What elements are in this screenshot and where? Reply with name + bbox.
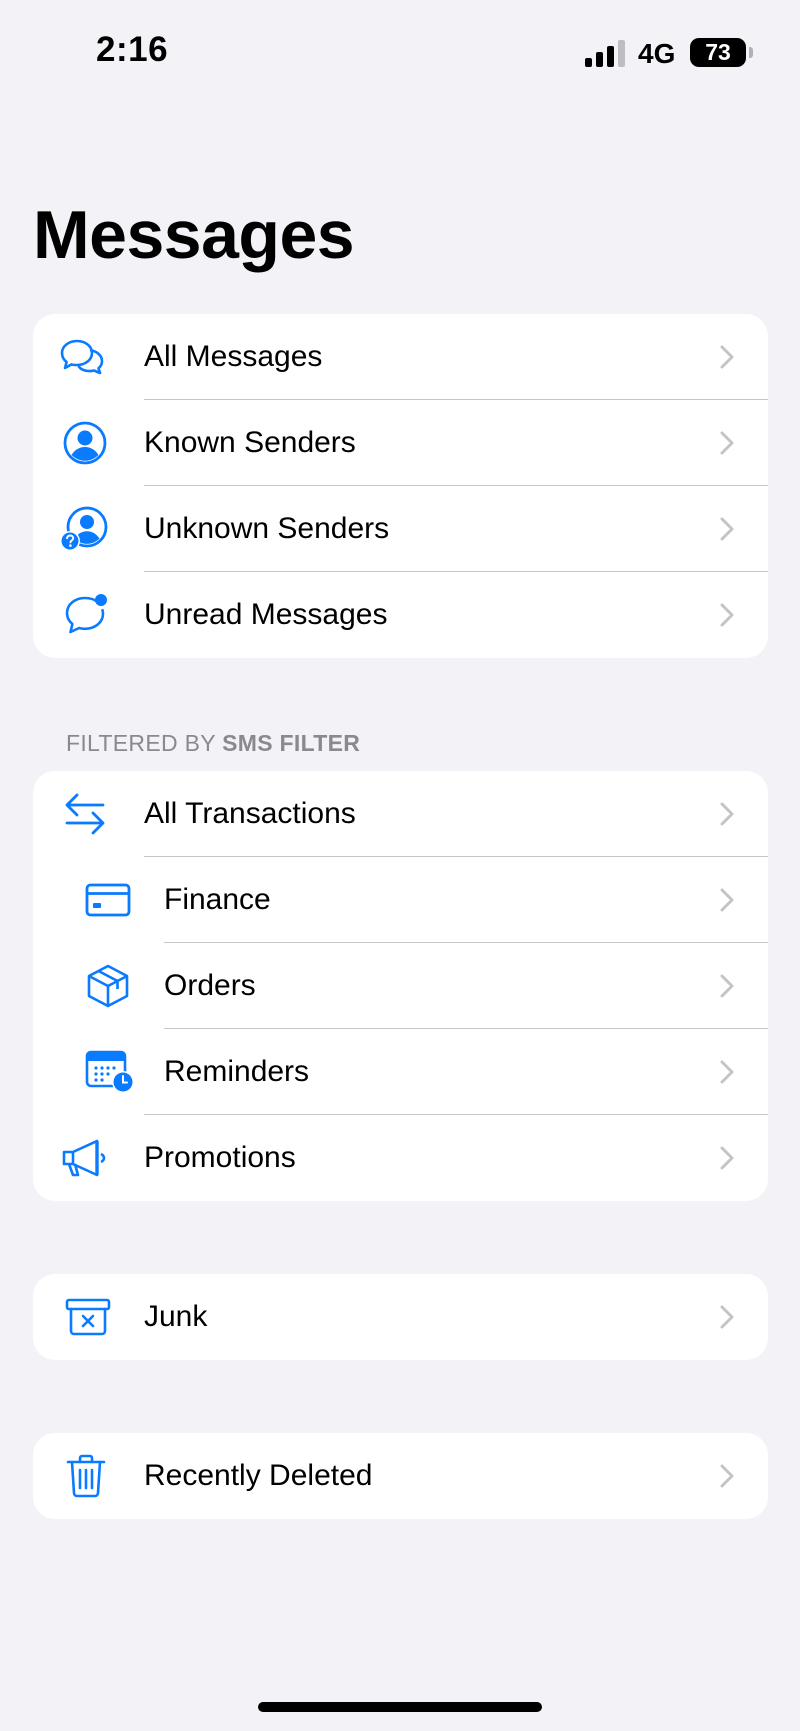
row-junk[interactable]: Junk — [33, 1274, 768, 1360]
row-label: Finance — [164, 883, 271, 916]
calendar-clock-icon — [85, 1048, 135, 1094]
chevron-right-icon — [720, 517, 734, 541]
row-label: All Messages — [144, 340, 323, 373]
signal-strength-icon — [585, 40, 627, 67]
row-label: Unknown Senders — [144, 512, 390, 545]
trash-x-icon — [65, 1297, 111, 1337]
sms-filter-card: All Transactions Finance Orders Reminder… — [33, 771, 768, 1201]
home-indicator[interactable] — [258, 1702, 542, 1712]
section-header: FILTERED BY SMS FILTER — [66, 730, 360, 757]
row-label: Known Senders — [144, 426, 356, 459]
junk-card: Junk — [33, 1274, 768, 1360]
main-filters-card: All Messages Known Senders Unknown Sende… — [33, 314, 768, 658]
battery-cap — [749, 47, 753, 58]
person-circle-icon — [63, 421, 107, 465]
row-unknown-senders[interactable]: Unknown Senders — [33, 486, 768, 572]
row-recently-deleted[interactable]: Recently Deleted — [33, 1433, 768, 1519]
section-header-bold: SMS FILTER — [222, 730, 361, 756]
row-all-transactions[interactable]: All Transactions — [33, 771, 768, 857]
person-question-icon — [59, 505, 109, 553]
recently-deleted-card: Recently Deleted — [33, 1433, 768, 1519]
chevron-right-icon — [720, 1060, 734, 1084]
section-header-prefix: FILTERED BY — [66, 730, 223, 756]
row-unread-messages[interactable]: Unread Messages — [33, 572, 768, 658]
megaphone-icon — [61, 1137, 107, 1179]
chat-bubbles-icon — [57, 333, 107, 381]
row-all-messages[interactable]: All Messages — [33, 314, 768, 400]
chevron-right-icon — [720, 1305, 734, 1329]
chevron-right-icon — [720, 603, 734, 627]
row-label: All Transactions — [144, 797, 356, 830]
status-bar: 2:16 4G 73 — [0, 0, 800, 110]
row-orders[interactable]: Orders — [33, 943, 768, 1029]
chat-unread-icon — [63, 592, 109, 638]
battery-icon: 73 — [690, 38, 746, 67]
row-label: Reminders — [164, 1055, 310, 1088]
row-label: Orders — [164, 969, 256, 1002]
row-finance[interactable]: Finance — [33, 857, 768, 943]
row-label: Recently Deleted — [144, 1459, 373, 1492]
messages-filter-screen: 2:16 4G 73 Messages All Messages Known S… — [0, 0, 800, 1731]
page-title: Messages — [33, 197, 355, 273]
chevron-right-icon — [720, 1464, 734, 1488]
row-promotions[interactable]: Promotions — [33, 1115, 768, 1201]
credit-card-icon — [85, 882, 131, 918]
status-time: 2:16 — [96, 30, 169, 69]
trash-icon — [66, 1453, 106, 1499]
row-label: Junk — [144, 1300, 208, 1333]
chevron-right-icon — [720, 345, 734, 369]
chevron-right-icon — [720, 974, 734, 998]
chevron-right-icon — [720, 1146, 734, 1170]
chevron-right-icon — [720, 802, 734, 826]
arrows-swap-icon — [63, 791, 107, 837]
row-label: Unread Messages — [144, 598, 388, 631]
row-known-senders[interactable]: Known Senders — [33, 400, 768, 486]
box-icon — [86, 963, 130, 1009]
network-type: 4G — [638, 38, 676, 69]
chevron-right-icon — [720, 888, 734, 912]
row-reminders[interactable]: Reminders — [33, 1029, 768, 1115]
chevron-right-icon — [720, 431, 734, 455]
row-label: Promotions — [144, 1141, 296, 1174]
